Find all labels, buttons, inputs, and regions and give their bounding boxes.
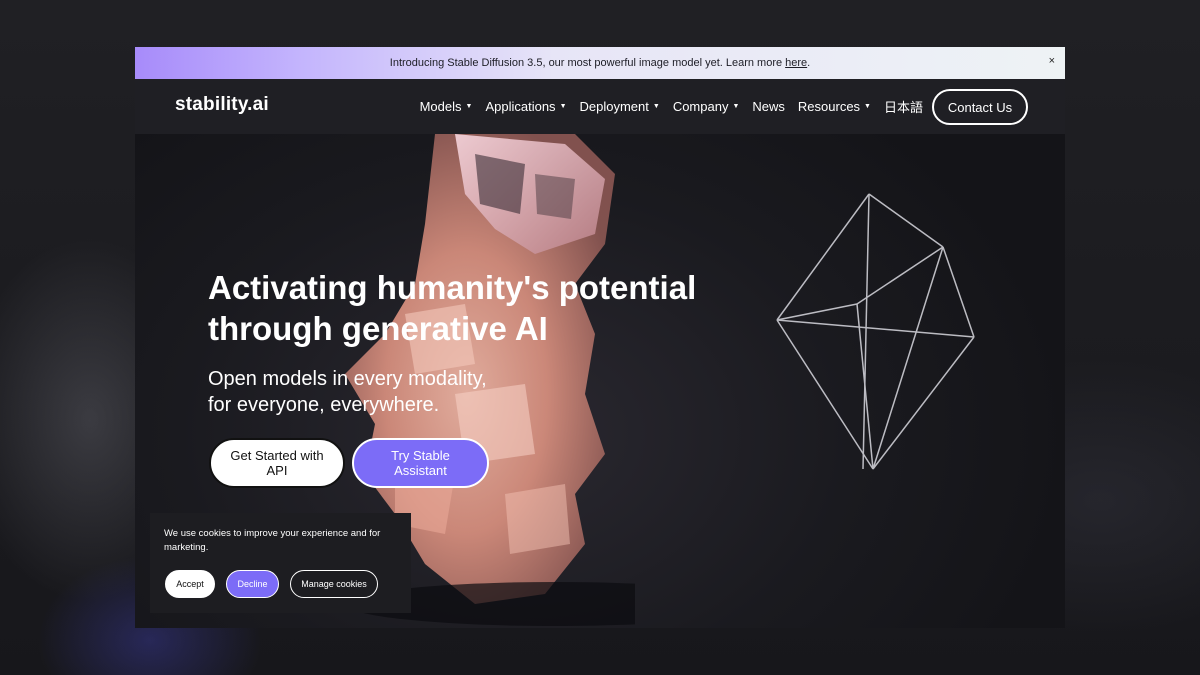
hero-title: Activating humanity's potential through …: [208, 269, 697, 347]
cookie-message: We use cookies to improve your experienc…: [164, 528, 381, 553]
hero-subtitle: Open models in every modality, for every…: [208, 366, 608, 418]
try-stable-assistant-button[interactable]: Try Stable Assistant: [352, 438, 489, 488]
cookie-actions: Accept Decline Manage cookies: [165, 570, 378, 598]
announcement-link[interactable]: here: [785, 57, 807, 69]
caret-down-icon: ▼: [559, 103, 567, 110]
nav-item-label: 日本語: [883, 100, 923, 115]
caret-down-icon: ▼: [652, 103, 660, 110]
nav-item-resources[interactable]: Resources ▼: [798, 99, 871, 114]
accept-cookies-button[interactable]: Accept: [165, 570, 215, 598]
wireframe-polyhedron-graphic: [776, 193, 975, 470]
cookie-banner: We use cookies to improve your experienc…: [150, 513, 411, 613]
nav-item-news[interactable]: News: [752, 99, 785, 114]
get-started-api-button[interactable]: Get Started with API: [209, 438, 345, 488]
nav-item-applications[interactable]: Applications ▼: [485, 99, 566, 114]
contact-us-button[interactable]: Contact Us: [932, 89, 1028, 125]
top-navigation: stability.ai Models ▼ Applications ▼ Dep…: [135, 79, 1065, 134]
announcement-bar: Introducing Stable Diffusion 3.5, our mo…: [135, 47, 1065, 79]
nav-item-label: Company: [672, 99, 729, 114]
nav-item-label: Resources: [797, 99, 861, 114]
nav-item-label: Applications: [485, 99, 556, 114]
manage-cookies-button[interactable]: Manage cookies: [290, 570, 378, 598]
nav-item-japanese[interactable]: 日本語: [884, 97, 923, 116]
caret-down-icon: ▼: [864, 103, 871, 110]
nav-item-label: Models: [419, 99, 462, 114]
announcement-period: .: [807, 57, 811, 69]
nav-item-label: Deployment: [579, 99, 649, 114]
hero-subtitle-line: for everyone, everywhere.: [208, 394, 440, 416]
logo[interactable]: stability.ai: [175, 94, 269, 116]
nav-item-models[interactable]: Models ▼: [420, 99, 473, 114]
decline-cookies-button[interactable]: Decline: [226, 570, 279, 598]
close-icon[interactable]: ×: [1049, 55, 1055, 67]
hero-subtitle-line: Open models in every modality,: [208, 368, 487, 390]
caret-down-icon: ▼: [732, 103, 740, 110]
caret-down-icon: ▼: [465, 103, 473, 110]
nav-item-deployment[interactable]: Deployment ▼: [580, 99, 660, 114]
announcement-text: Introducing Stable Diffusion 3.5, our mo…: [389, 57, 783, 69]
nav-links: Models ▼ Applications ▼ Deployment ▼ Com…: [420, 79, 923, 134]
nav-item-company[interactable]: Company ▼: [673, 99, 740, 114]
nav-item-label: News: [752, 99, 785, 114]
